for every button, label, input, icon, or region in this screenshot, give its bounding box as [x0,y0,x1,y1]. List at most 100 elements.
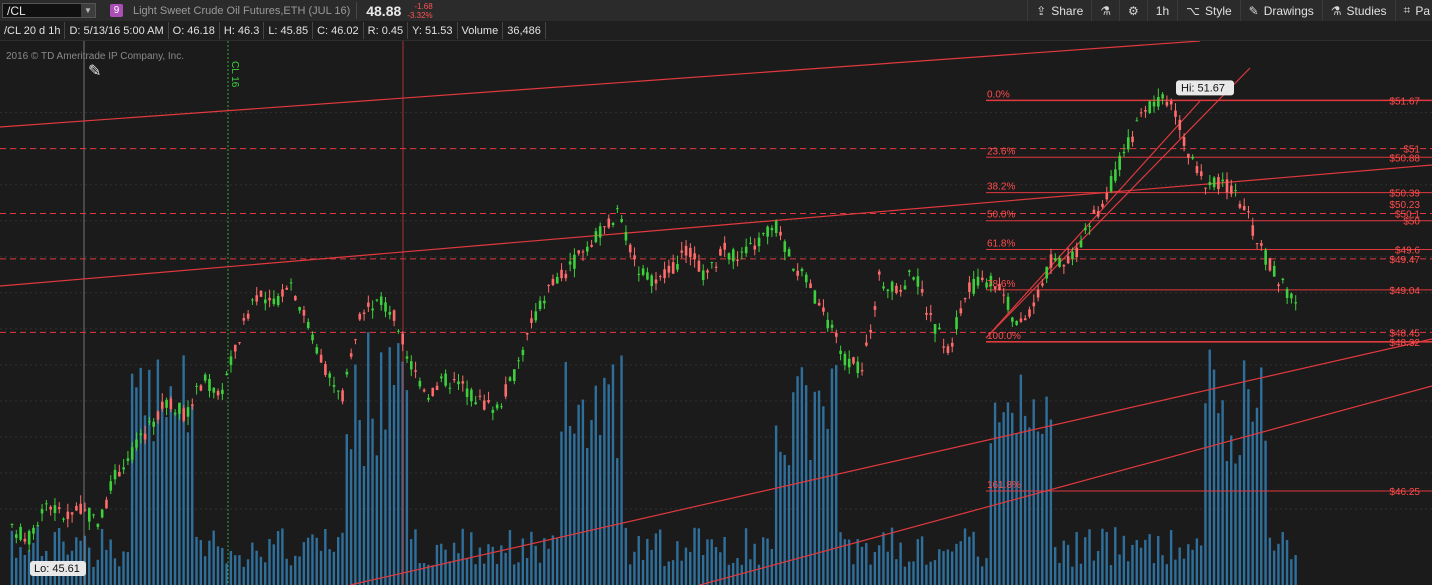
price-level-label: $50.39 [1389,189,1420,200]
candle-body [212,387,216,393]
price-change: -1.68 -3.32% [407,2,432,20]
candle-body [1169,100,1173,105]
candle-body [362,312,366,314]
candle-body [401,333,404,345]
volume-bar [354,364,357,585]
volume-bar [697,528,701,585]
volume-bar [736,558,739,585]
candle-body [264,299,267,304]
volume-bar [152,441,155,585]
volume-bar [985,558,988,585]
volume-bar [916,539,919,585]
candle-body [616,208,619,210]
candle-body [431,387,435,396]
copyright-watermark: 2016 © TD Ameritrade IP Company, Inc. [6,51,184,62]
volume-bar [281,528,284,585]
fib-level-label: 0.0% [987,89,1010,100]
candle-body [251,299,254,301]
volume-bar [903,566,907,585]
candle-body [465,388,469,398]
volume-bar [641,559,645,585]
fib-level-label: 161.8% [987,480,1021,491]
candle-body [590,244,593,247]
drawings-button[interactable]: ✎ Drawings [1239,0,1322,21]
volume-bar [328,549,331,585]
candle-body [1062,264,1066,267]
candle-body [482,400,486,410]
candle-body [1204,187,1207,189]
volume-bar [14,557,18,585]
candle-body [336,390,340,392]
candle-body [1019,318,1023,322]
volume-bar [517,562,520,585]
candle-body [435,385,439,390]
volume-bar [637,536,640,585]
candle-body [96,523,100,527]
volume-bar [92,566,95,585]
candle-body [706,270,709,273]
candle-body [1045,266,1048,279]
volume-bar [1006,402,1010,585]
volume-bar [165,417,168,585]
volume-bar [418,563,421,585]
candle-body [1015,320,1018,325]
candle-body [53,505,57,514]
candle-body [916,276,920,287]
volume-bar [611,364,615,585]
candle-body [731,249,735,262]
volume-bar [594,385,597,585]
flask-button[interactable]: ⚗ [1091,0,1119,21]
volume-bar [135,387,138,585]
settings-button[interactable]: ⚙ [1119,0,1147,21]
volume-bar [701,554,705,585]
volume-bar [603,377,606,585]
volume-bar [118,566,121,585]
candle-body [749,242,752,244]
volume-bar [294,555,297,585]
volume-bar [963,528,967,585]
candle-body [478,395,482,397]
price-level-label: $48.32 [1389,338,1420,349]
candle-body [710,262,714,264]
price-chart[interactable]: 0.0% 23.6% 38.2% 50.0% 61.8% 78.6% 100.0% 161.8… [0,41,1432,585]
volume-bar [731,562,735,585]
candle-body [1148,101,1152,113]
candle-body [650,275,654,287]
candle-body [233,344,237,352]
volume-bar [1199,545,1203,585]
candle-body [564,273,568,279]
more-button[interactable]: ⌗ Pa [1394,0,1432,21]
volume-bar [740,564,743,585]
candle-body [354,339,357,341]
share-button[interactable]: ⇪ Share [1027,0,1091,21]
candle-body [130,447,134,460]
volume-bar [607,384,610,585]
volume-bar [667,561,670,585]
link-group-badge[interactable]: 9 [110,4,123,17]
symbol-selector[interactable]: /CL ▼ [2,3,96,18]
style-button[interactable]: ⌥ Style [1177,0,1240,21]
candle-body [1161,94,1164,99]
volume-bar [1058,563,1061,585]
candle-body [1011,317,1014,322]
candle-body [422,389,426,392]
candle-body [1247,211,1250,213]
volume-bar [1002,412,1005,585]
volume-bar [1165,564,1169,585]
interval-button[interactable]: 1h [1146,0,1177,21]
volume-bar [27,550,31,585]
chart-window: /CL ▼ 9 Light Sweet Crude Oil Futures,ET… [0,0,1432,585]
volume-bar [1195,538,1199,585]
volume-bar [783,454,786,585]
volume-bar [1294,555,1297,585]
pencil-icon: ✎ [88,63,101,80]
chevron-down-icon[interactable]: ▼ [81,4,95,17]
volume-bar [1079,563,1083,585]
candle-body [1272,265,1276,277]
candle-body [388,311,392,315]
volume-bar [173,412,177,585]
volume-bar [912,561,915,585]
candle-body [319,354,323,363]
candle-body [968,282,971,292]
studies-button[interactable]: ⚗ Studies [1321,0,1395,21]
